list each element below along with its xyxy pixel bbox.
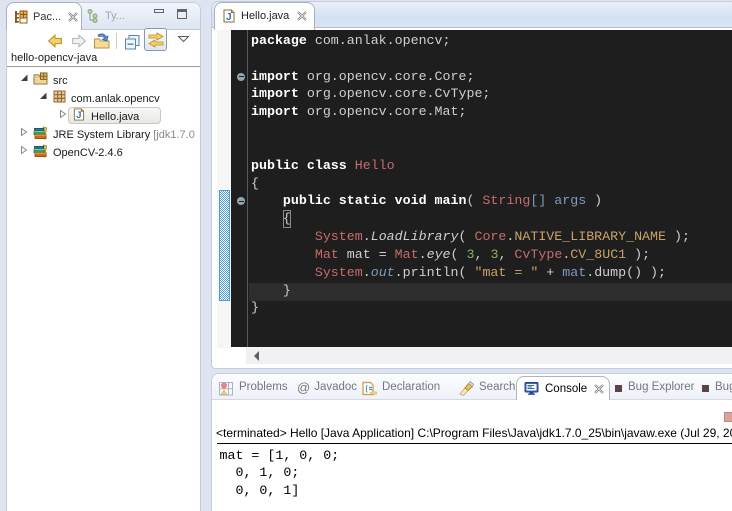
svg-text:J: J	[76, 110, 81, 120]
svg-text:J: J	[226, 12, 232, 23]
